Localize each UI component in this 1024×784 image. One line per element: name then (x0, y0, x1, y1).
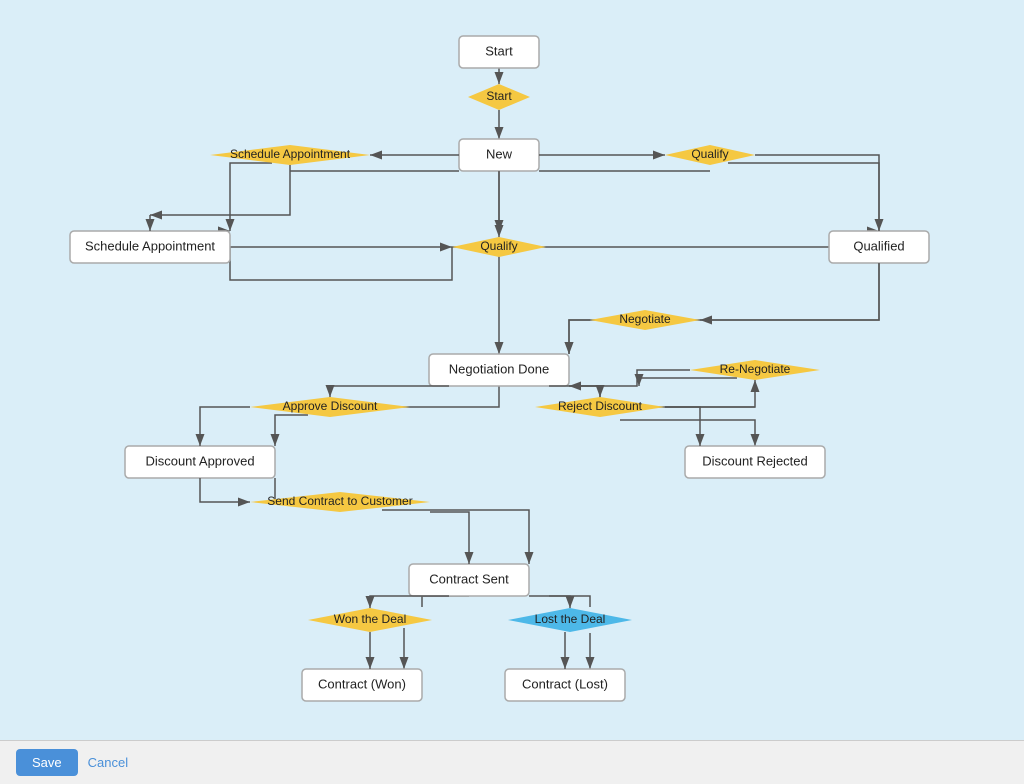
contract-won-box: Contract (Won) (302, 669, 422, 701)
schedule-box-label: Schedule Appointment (85, 238, 215, 253)
discount-approved-box: Discount Approved (125, 446, 275, 478)
won-label: Won the Deal (334, 612, 407, 626)
schedule-appointment-box: Schedule Appointment (70, 231, 230, 263)
start-diamond-label: Start (486, 89, 512, 103)
negotiation-done-box: Negotiation Done (429, 354, 569, 386)
renegotiate-label: Re-Negotiate (720, 362, 791, 376)
lost-label: Lost the Deal (535, 612, 606, 626)
contract-sent-box: Contract Sent (409, 564, 529, 596)
send-contract-label: Send Contract to Customer (267, 494, 412, 508)
qualified-box: Qualified (829, 231, 929, 263)
discount-rejected-label: Discount Rejected (702, 453, 808, 468)
contract-won-label: Contract (Won) (318, 676, 406, 691)
contract-lost-label: Contract (Lost) (522, 676, 608, 691)
negotiate-label: Negotiate (619, 312, 671, 326)
qualified-box-label: Qualified (853, 238, 904, 253)
discount-approved-label: Discount Approved (145, 453, 254, 468)
new-box: New (459, 139, 539, 171)
footer: Save Cancel (0, 740, 1024, 784)
qualify-top-label: Qualify (691, 147, 728, 161)
qualify-mid-label: Qualify (480, 239, 517, 253)
save-button[interactable]: Save (16, 749, 78, 776)
schedule-diamond-label: Schedule Appointment (230, 147, 351, 161)
discount-rejected-box: Discount Rejected (685, 446, 825, 478)
contract-sent-label: Contract Sent (429, 571, 509, 586)
new-box-label: New (486, 146, 513, 161)
reject-label: Reject Discount (558, 399, 643, 413)
cancel-button[interactable]: Cancel (88, 755, 128, 770)
start-box: Start (459, 36, 539, 68)
negotiation-done-label: Negotiation Done (449, 361, 549, 376)
approve-label: Approve Discount (283, 399, 378, 413)
start-box-label: Start (485, 43, 513, 58)
contract-lost-box: Contract (Lost) (505, 669, 625, 701)
